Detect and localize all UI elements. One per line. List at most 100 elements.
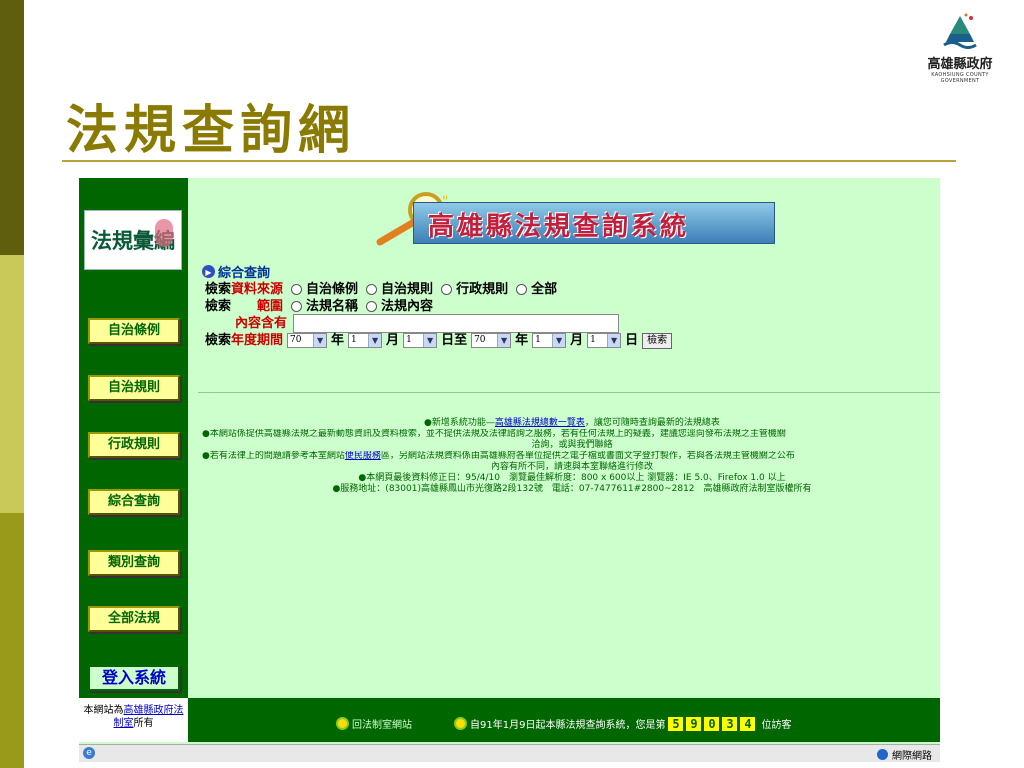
search-heading: ▶ 綜合查詢	[202, 262, 940, 281]
month-from-select[interactable]: 1 ▼	[348, 333, 383, 348]
year-to-value: 70	[474, 335, 486, 345]
unit-month-2: 月	[570, 333, 584, 348]
option-all: 全部	[531, 282, 558, 297]
content-divider	[198, 392, 940, 393]
title-divider	[62, 160, 956, 162]
ownership-suffix: 所有	[133, 718, 154, 729]
day-from-value: 1	[406, 335, 412, 345]
content-label: 內容含有	[235, 316, 288, 331]
option-admin-rules: 行政規則	[456, 282, 509, 297]
day-from-select[interactable]: 1 ▼	[403, 333, 438, 348]
nav-combined-search[interactable]: 綜合查詢	[88, 489, 180, 515]
combined-search-form: ▶ 綜合查詢 檢索 資料來源 自治條例 自治規則 行政規則 全部 檢索 範圍 法規名…	[202, 262, 940, 349]
notice-block: ●新增系統功能—高雄縣法規總數一覽表，讓您可隨時查詢最新的法規總表 ●本網站係提…	[202, 418, 940, 495]
unit-year-1: 年	[331, 333, 345, 348]
footer-bar: 回法制室網站 自91年1月9日起本縣法規查詢系統，您是第 59034 位訪客	[188, 698, 940, 742]
chevron-down-icon: ▼	[313, 334, 327, 347]
unit-year-2: 年	[515, 333, 529, 348]
notice-line1-prefix: ●新增系統功能—	[424, 418, 495, 428]
flower-icon	[155, 219, 173, 247]
notice-line-legal-help: ●若有法律上的問題請參考本室網站便民服務區，另網站法規資料係由高雄縣府各單位提供…	[202, 451, 940, 462]
search-heading-label: 綜合查詢	[218, 266, 271, 281]
radio-admin-rules[interactable]	[441, 284, 453, 295]
unit-day: 日	[625, 333, 639, 348]
public-service-link[interactable]: 便民服務	[345, 451, 381, 461]
scope-prefix: 檢索	[205, 299, 232, 314]
option-content: 法規內容	[381, 299, 434, 314]
sidebar-ownership-note: 本網站為高雄縣政府法制室所有	[79, 698, 188, 742]
notice-line4-suffix: 區，另網站法規資料係由高雄縣府各單位提供之電子檔或書面文字登打製作，若與各法規主…	[380, 451, 795, 461]
nav-administrative-rules[interactable]: 行政規則	[88, 432, 180, 458]
regulations-list-link[interactable]: 高雄縣法規總數一覽表	[495, 418, 585, 428]
notice-line-correction: 內容有所不同，請速與本室聯絡進行修改	[490, 462, 653, 472]
period-label: 年度期間	[231, 333, 284, 348]
globe-icon	[877, 749, 888, 760]
system-banner: " 高雄縣法規查詢系統	[368, 186, 788, 246]
home-bullet-icon	[336, 717, 349, 730]
day-to-select[interactable]: 1 ▼	[587, 333, 622, 348]
counter-digit: 9	[686, 716, 702, 731]
main-content: " 高雄縣法規查詢系統 ▶ 綜合查詢 檢索資料來源 自治條例 自治規則 行政規則…	[188, 178, 940, 698]
year-to-select[interactable]: 70 ▼	[471, 333, 512, 348]
nav-all-regulations[interactable]: 全部法規	[88, 606, 180, 632]
notice-line1-suffix: ，讓您可隨時查詢最新的法規總表	[584, 418, 720, 428]
nav-autonomous-ordinances[interactable]: 自治條例	[88, 318, 180, 344]
radio-ordinances[interactable]	[291, 284, 303, 295]
notice-line-address: ●服務地址：(83001)高雄縣鳳山市光復路2段132號 電話：07-74776…	[332, 484, 812, 494]
system-title: 高雄縣法規查詢系統	[428, 212, 690, 242]
period-row: 檢索 年度期間 70 ▼ 年 1 ▼ 月 1 ▼ 日至 70 ▼ 年 1 ▼ 月 1 ▼ 日 …	[205, 332, 940, 349]
year-from-select[interactable]: 70 ▼	[287, 333, 328, 348]
search-button[interactable]: 檢索	[642, 332, 673, 349]
browser-status-bar: e 網際網路	[79, 744, 940, 762]
counter-digit: 5	[668, 716, 684, 731]
radio-all[interactable]	[516, 284, 528, 295]
logo-subtitle: KAOHSIUNG COUNTY GOVERNMENT	[931, 72, 989, 84]
chevron-down-icon: ▼	[423, 334, 437, 347]
content-row: 內容含有	[235, 314, 940, 333]
option-title: 法規名稱	[306, 299, 359, 314]
source-prefix: 檢索	[205, 282, 232, 297]
sidebar: 法規彙編 自治條例 自治規則 行政規則 綜合查詢 類別查詢 全部法規 登入系統	[79, 178, 188, 698]
slide-accent-bar-bottom	[0, 513, 24, 768]
county-logo: 高雄縣政府 KAOHSIUNG COUNTY GOVERNMENT	[920, 12, 1000, 92]
regulations-compilation-logo: 法規彙編	[84, 210, 182, 270]
radio-content[interactable]	[366, 301, 378, 312]
scope-row: 檢索 範圍 法規名稱 法規內容	[205, 298, 940, 315]
play-arrow-icon: ▶	[202, 265, 215, 278]
login-button[interactable]: 登入系統	[88, 665, 180, 691]
counter-digit: 3	[722, 716, 738, 731]
chevron-down-icon: ▼	[368, 334, 382, 347]
content-input[interactable]	[293, 314, 620, 333]
month-to-select[interactable]: 1 ▼	[532, 333, 567, 348]
home-link[interactable]: 回法制室網站	[336, 716, 412, 731]
option-rules: 自治規則	[381, 282, 434, 297]
chevron-down-icon: ▼	[607, 334, 621, 347]
visitor-count-digits: 59034	[668, 716, 758, 731]
nav-autonomous-rules[interactable]: 自治規則	[88, 375, 180, 401]
unit-month-1: 月	[386, 333, 400, 348]
source-label: 資料來源	[231, 282, 284, 297]
unit-day-to: 日至	[441, 333, 468, 348]
month-from-value: 1	[351, 335, 357, 345]
slide-accent-bar-middle	[0, 255, 24, 513]
notice-line-disclaimer: ●本網站係提供高雄縣法規之最新動態資訊及資料檢索，並不提供法規及法律諮詢之服務，…	[202, 429, 786, 439]
radio-title[interactable]	[291, 301, 303, 312]
year-from-value: 70	[290, 335, 302, 345]
ownership-prefix: 本網站為	[83, 705, 124, 716]
period-prefix: 檢索	[205, 333, 232, 348]
page-icon: e	[83, 747, 95, 759]
chevron-down-icon: ▼	[497, 334, 511, 347]
radio-rules[interactable]	[366, 284, 378, 295]
security-zone: 網際網路	[877, 747, 932, 762]
visitor-counter: 自91年1月9日起本縣法規查詢系統，您是第 59034 位訪客	[454, 716, 791, 731]
notice-line-last-update: ●本網頁最後資料修正日：95/4/10 瀏覽最佳解析度：800 x 600以上 …	[358, 473, 786, 483]
home-link-label: 回法制室網站	[352, 720, 412, 731]
mountain-logo-icon	[943, 13, 977, 49]
nav-category-search[interactable]: 類別查詢	[88, 550, 180, 576]
browser-screenshot: 法規彙編 自治條例 自治規則 行政規則 綜合查詢 類別查詢 全部法規 登入系統 …	[79, 178, 940, 762]
zone-label: 網際網路	[892, 751, 932, 762]
notice-line4-prefix: ●若有法律上的問題請參考本室網站	[202, 451, 345, 461]
logo-name: 高雄縣政府	[927, 57, 993, 72]
scope-label: 範圍	[257, 299, 284, 314]
notice-line-new-feature: ●新增系統功能—高雄縣法規總數一覽表，讓您可隨時查詢最新的法規總表	[202, 418, 940, 429]
